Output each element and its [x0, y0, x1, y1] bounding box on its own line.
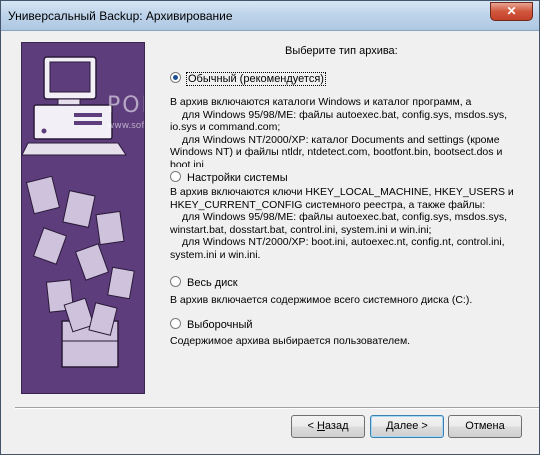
system-settings-description: В архив включаются ключи HKEY_LOCAL_MACH…	[170, 186, 530, 261]
back-button[interactable]: < Назад	[291, 415, 365, 438]
back-button-label: азад	[324, 420, 349, 432]
cancel-button[interactable]: Отмена	[448, 415, 522, 438]
desc-line: HKEY_CURRENT_CONFIG системного реестра, …	[170, 198, 486, 211]
wizard-window: Универсальный Backup: Архивирование ✕ PO…	[0, 0, 540, 455]
back-button-prefix: <	[307, 420, 317, 432]
whole-disk-description: В архив включается содержимое всего сист…	[170, 294, 530, 307]
radio-option-standard[interactable]: Обычный (рекомендуется)	[170, 72, 326, 86]
radio-system-settings-label[interactable]: Настройки системы	[187, 172, 288, 184]
back-button-accesskey: Н	[316, 420, 325, 432]
archive-type-panel: Выберите тип архива: Обычный (рекомендуе…	[156, 31, 532, 411]
standard-description: В архив включаются каталоги Windows и ка…	[170, 96, 530, 167]
desc-line: system.ini и win.ini.	[170, 248, 261, 261]
desc-line: для Windows NT/2000/XP: каталог Document…	[182, 133, 500, 146]
archive-type-heading: Выберите тип архива:	[285, 45, 398, 57]
desc-line: В архив включаются каталоги Windows и ка…	[170, 96, 472, 108]
button-separator	[15, 407, 539, 409]
radio-whole-disk-label[interactable]: Весь диск	[187, 277, 238, 289]
watermark-url: www.softportal.com	[107, 121, 145, 131]
cancel-button-label: Отмена	[465, 420, 505, 432]
close-icon: ✕	[506, 4, 517, 18]
close-button[interactable]: ✕	[490, 2, 533, 21]
wizard-side-image: PORTAL www.softportal.com	[21, 42, 145, 394]
desc-line: для Windows NT/2000/XP: boot.ini, autoex…	[182, 236, 505, 248]
radio-system-settings[interactable]	[170, 171, 181, 182]
desc-line: boot.ini	[170, 158, 204, 167]
radio-option-system-settings[interactable]: Настройки системы	[170, 171, 288, 184]
radio-selective[interactable]	[170, 318, 181, 329]
radio-option-selective[interactable]: Выборочный	[170, 318, 253, 331]
radio-option-whole-disk[interactable]: Весь диск	[170, 276, 238, 289]
next-button[interactable]: Далее >	[370, 415, 444, 438]
wizard-client-area: PORTAL www.softportal.com Выберите тип а…	[8, 31, 539, 449]
next-button-accesskey: Д	[386, 420, 394, 432]
radio-standard[interactable]	[170, 72, 181, 83]
radio-standard-label[interactable]: Обычный (рекомендуется)	[186, 72, 326, 86]
radio-whole-disk[interactable]	[170, 276, 181, 287]
window-title: Универсальный Backup: Архивирование	[8, 9, 233, 23]
desc-line: Содержимое архива выбирается пользовател…	[170, 335, 411, 347]
selective-description: Содержимое архива выбирается пользовател…	[170, 335, 530, 348]
title-bar[interactable]: Универсальный Backup: Архивирование ✕	[1, 1, 539, 31]
next-button-label: алее >	[393, 420, 428, 432]
desc-line: для Windows 95/98/ME: файлы autoexec.bat…	[182, 211, 508, 223]
desc-line: В архив включается содержимое всего сист…	[170, 294, 473, 306]
desc-line: winstart.bat, dosstart.bat, control.ini,…	[170, 223, 432, 236]
desc-line: для Windows 95/98/ME: файлы autoexec.bat…	[182, 108, 508, 121]
radio-selective-label[interactable]: Выборочный	[187, 319, 253, 331]
desc-line: Windows NT) и файлы ntldr, ntdetect.com,…	[170, 146, 503, 158]
watermark-brand: PORTAL	[107, 93, 144, 118]
desc-line: io.sys и command.com;	[170, 121, 281, 133]
desc-line: В архив включаются ключи HKEY_LOCAL_MACH…	[170, 186, 514, 198]
